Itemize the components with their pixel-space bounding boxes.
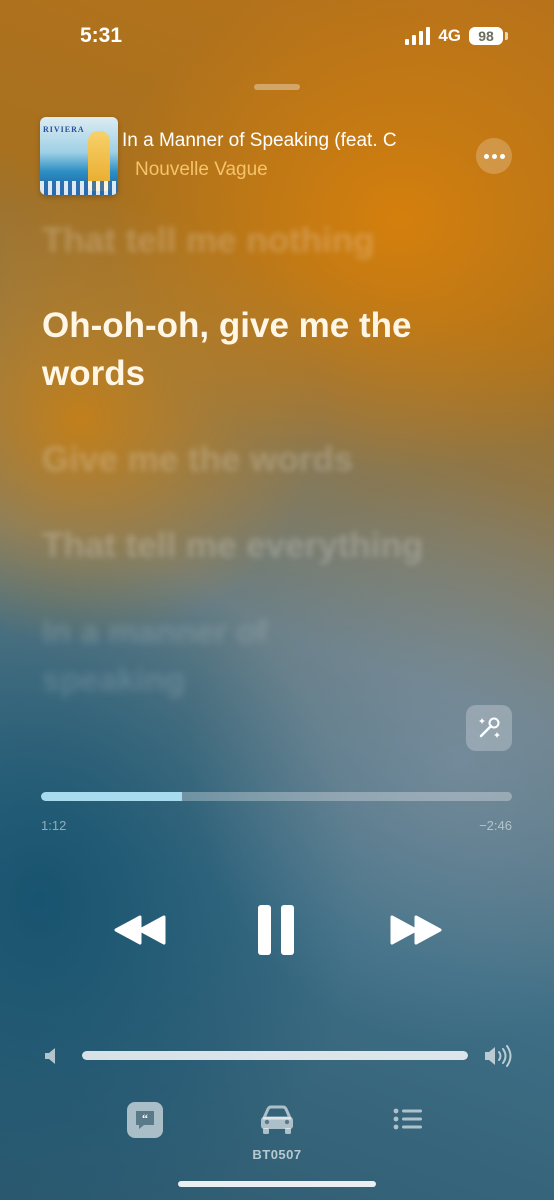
artwork-title: RIVIERA: [43, 125, 85, 134]
elapsed-time: 1:12: [41, 818, 67, 833]
sheet-grabber[interactable]: [254, 84, 300, 90]
song-title[interactable]: In a Manner of Speaking (feat. C: [122, 130, 446, 152]
fast-forward-button[interactable]: [386, 902, 446, 958]
volume-high-icon: [485, 1045, 512, 1067]
lyric-line-next[interactable]: Give me the words: [42, 436, 522, 484]
lyrics-button[interactable]: “: [127, 1102, 163, 1138]
sing-mode-button[interactable]: [466, 705, 512, 751]
more-options-button[interactable]: [476, 138, 512, 174]
lyrics-icon: “: [136, 1111, 154, 1129]
transport-controls: [0, 902, 554, 958]
pause-icon: [258, 905, 294, 955]
airplay-button[interactable]: [256, 1104, 298, 1141]
song-artist[interactable]: Nouvelle Vague: [135, 159, 268, 181]
ellipsis-icon: [483, 153, 489, 159]
volume-slider[interactable]: [82, 1051, 468, 1060]
lyric-line-current[interactable]: Oh-oh-oh, give me the words: [42, 302, 522, 398]
fast-forward-icon: [390, 915, 442, 945]
rewind-button[interactable]: [110, 902, 170, 958]
lyric-line-previous[interactable]: That tell me nothing: [42, 217, 522, 265]
battery-level: 98: [469, 27, 503, 45]
svg-text:“: “: [142, 1111, 148, 1125]
volume-low-icon: [45, 1048, 55, 1064]
remaining-time: −2:46: [479, 818, 512, 833]
status-time: 5:31: [80, 24, 123, 47]
now-playing-screen: 5:31 4G 98 RIVIERA In a Manner of Speaki…: [0, 0, 554, 1200]
status-indicators: 4G 98: [405, 26, 508, 46]
microphone-sparkle-icon: [479, 717, 500, 738]
list-icon: [393, 1108, 422, 1130]
album-artwork[interactable]: RIVIERA: [40, 117, 118, 195]
lyric-line-next[interactable]: In a manner of speaking: [42, 608, 302, 704]
lyric-line-next[interactable]: That tell me everything: [42, 522, 522, 570]
airplay-device-label[interactable]: BT0507: [238, 1147, 316, 1162]
car-icon: [261, 1105, 293, 1134]
rewind-icon: [114, 915, 166, 945]
playback-progress: [41, 792, 183, 801]
battery-icon: 98: [469, 27, 508, 45]
queue-button[interactable]: [392, 1107, 424, 1136]
home-indicator[interactable]: [178, 1181, 376, 1187]
volume-level: [82, 1051, 468, 1060]
cellular-signal-icon: [405, 27, 431, 45]
pause-button[interactable]: [248, 902, 304, 958]
playback-scrubber[interactable]: [41, 792, 512, 801]
network-type: 4G: [438, 26, 461, 45]
